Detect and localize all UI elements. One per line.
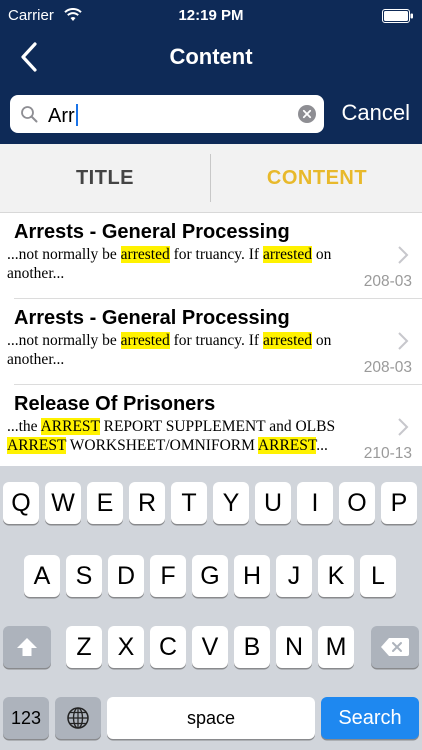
delete-key[interactable] — [371, 626, 419, 668]
key-c[interactable]: C — [150, 626, 186, 668]
battery-icon — [382, 9, 413, 23]
clear-icon[interactable] — [298, 105, 316, 123]
list-item[interactable]: Arrests - General Processing ...not norm… — [0, 299, 422, 385]
search-key[interactable]: Search — [321, 697, 419, 739]
cancel-button[interactable]: Cancel — [342, 100, 410, 126]
key-k[interactable]: K — [318, 555, 354, 597]
result-snippet: ...not normally be arrested for truancy.… — [7, 246, 332, 282]
key-q[interactable]: Q — [3, 482, 39, 524]
result-title: Release Of Prisoners — [14, 393, 216, 415]
search-icon — [21, 106, 38, 123]
result-code: 208-03 — [363, 273, 412, 290]
shift-icon — [17, 638, 37, 656]
key-s[interactable]: S — [66, 555, 102, 597]
result-title: Arrests - General Processing — [14, 307, 290, 329]
result-title: Arrests - General Processing — [14, 221, 290, 243]
tab-title[interactable]: TITLE — [0, 144, 210, 212]
globe-key[interactable] — [55, 697, 101, 739]
keyboard: Q W E R T Y U I O P A S D F G H J K L Z … — [0, 466, 422, 750]
key-n[interactable]: N — [276, 626, 312, 668]
result-snippet: ...the ARREST REPORT SUPPLEMENT and OLBS… — [7, 418, 336, 454]
tab-content[interactable]: CONTENT — [212, 144, 422, 212]
key-f[interactable]: F — [150, 555, 186, 597]
page-title: Content — [169, 44, 253, 69]
globe-icon — [67, 707, 89, 729]
key-b[interactable]: B — [234, 626, 270, 668]
key-m[interactable]: M — [318, 626, 354, 668]
key-w[interactable]: W — [45, 482, 81, 524]
key-z[interactable]: Z — [66, 626, 102, 668]
numbers-key[interactable]: 123 — [3, 697, 49, 739]
chevron-right-icon — [398, 332, 409, 350]
key-v[interactable]: V — [192, 626, 228, 668]
key-j[interactable]: J — [276, 555, 312, 597]
status-bar: Carrier 12:19 PM — [0, 0, 422, 32]
key-o[interactable]: O — [339, 482, 375, 524]
shift-key[interactable] — [3, 626, 51, 668]
key-d[interactable]: D — [108, 555, 144, 597]
tab-divider — [210, 154, 211, 202]
segmented-tabs: TITLE CONTENT — [0, 144, 422, 213]
key-i[interactable]: I — [297, 482, 333, 524]
list-item[interactable]: Release Of Prisoners ...the ARREST REPOR… — [0, 385, 422, 463]
space-key[interactable]: space — [107, 697, 315, 739]
chevron-right-icon — [398, 418, 409, 436]
result-code: 208-03 — [363, 359, 412, 376]
search-input-value: Arr — [48, 104, 78, 128]
result-snippet: ...not normally be arrested for truancy.… — [7, 332, 332, 368]
results-list: Arrests - General Processing ...not norm… — [0, 213, 422, 463]
key-h[interactable]: H — [234, 555, 270, 597]
header: Carrier 12:19 PM Content Arr Cancel — [0, 0, 422, 144]
search-input[interactable]: Arr — [10, 95, 324, 133]
key-r[interactable]: R — [129, 482, 165, 524]
key-p[interactable]: P — [381, 482, 417, 524]
chevron-right-icon — [398, 246, 409, 264]
key-u[interactable]: U — [255, 482, 291, 524]
result-code: 210-13 — [363, 445, 412, 462]
key-e[interactable]: E — [87, 482, 123, 524]
key-l[interactable]: L — [360, 555, 396, 597]
search-row: Arr Cancel — [0, 92, 422, 136]
key-y[interactable]: Y — [213, 482, 249, 524]
delete-icon — [381, 638, 409, 656]
status-time: 12:19 PM — [178, 7, 244, 24]
list-item[interactable]: Arrests - General Processing ...not norm… — [0, 213, 422, 299]
key-g[interactable]: G — [192, 555, 228, 597]
key-a[interactable]: A — [24, 555, 60, 597]
key-t[interactable]: T — [171, 482, 207, 524]
nav-bar: Content — [0, 32, 422, 82]
key-x[interactable]: X — [108, 626, 144, 668]
